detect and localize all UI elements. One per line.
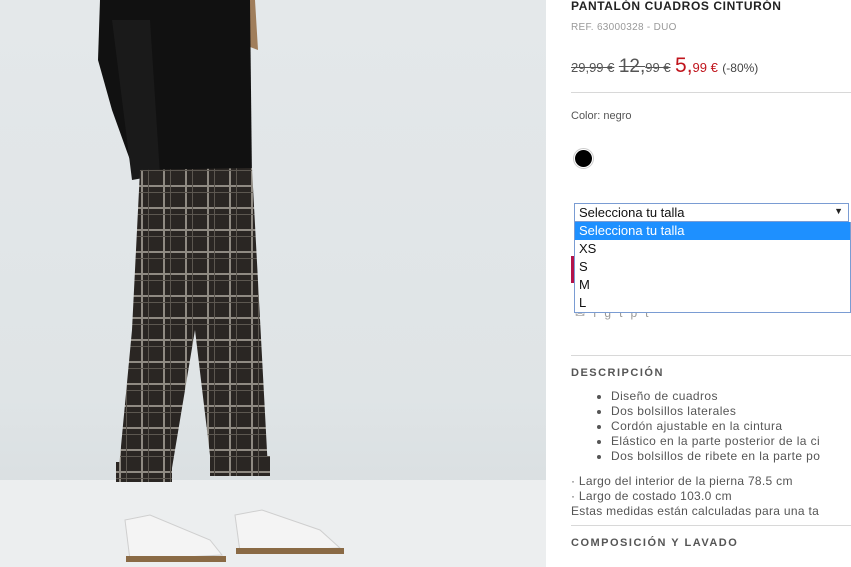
size-option[interactable]: XS <box>575 240 850 258</box>
price-row: 29,99 € 12,99 € 5,99 € (-80%) <box>571 54 758 78</box>
swatch-fill <box>575 150 592 167</box>
list-item: Dos bolsillos de ribete en la parte po <box>611 449 820 464</box>
size-option[interactable]: L <box>575 294 850 312</box>
list-item: Elástico en la parte posterior de la ci <box>611 434 820 449</box>
product-title: PANTALÓN CUADROS CINTURÓN <box>571 0 782 13</box>
color-swatch-negro[interactable] <box>573 148 594 169</box>
sale-price-int: 5, <box>675 54 693 77</box>
size-select-value: Selecciona tu talla <box>579 205 685 220</box>
divider <box>571 355 851 356</box>
size-option[interactable]: Selecciona tu talla <box>575 222 850 240</box>
color-label: Color: negro <box>571 110 632 122</box>
size-select[interactable]: Selecciona tu talla ▼ <box>574 203 849 222</box>
description-list: Diseño de cuadros Dos bolsillos laterale… <box>599 389 820 464</box>
sale-price-dec: 99 € <box>692 60 718 75</box>
model-illustration <box>0 0 546 567</box>
discount-badge: (-80%) <box>722 61 759 75</box>
previous-price-int: 12, <box>618 56 646 77</box>
description-heading[interactable]: DESCRIPCIÓN <box>571 367 664 379</box>
measure-line: · Largo del interior de la pierna 78.5 c… <box>571 474 793 488</box>
product-info: PANTALÓN CUADROS CINTURÓN REF. 63000328 … <box>571 0 851 567</box>
original-price: 29,99 € <box>571 60 615 75</box>
list-item: Cordón ajustable en la cintura <box>611 419 820 434</box>
product-ref: REF. 63000328 - DUO <box>571 22 677 33</box>
size-option[interactable]: M <box>575 276 850 294</box>
divider <box>571 92 851 93</box>
chevron-down-icon: ▼ <box>834 206 843 216</box>
product-photo <box>0 0 546 567</box>
list-item: Dos bolsillos laterales <box>611 404 820 419</box>
previous-price-dec: 99 € <box>645 60 671 75</box>
measure-line: Estas medidas están calculadas para una … <box>571 504 820 518</box>
size-dropdown-list: Selecciona tu talla XS S M L <box>574 222 851 313</box>
composition-heading[interactable]: COMPOSICIÓN Y LAVADO <box>571 537 738 549</box>
measure-line: · Largo de costado 103.0 cm <box>571 489 732 503</box>
list-item: Diseño de cuadros <box>611 389 820 404</box>
divider <box>571 525 851 526</box>
size-option[interactable]: S <box>575 258 850 276</box>
measurements: · Largo del interior de la pierna 78.5 c… <box>571 474 819 519</box>
